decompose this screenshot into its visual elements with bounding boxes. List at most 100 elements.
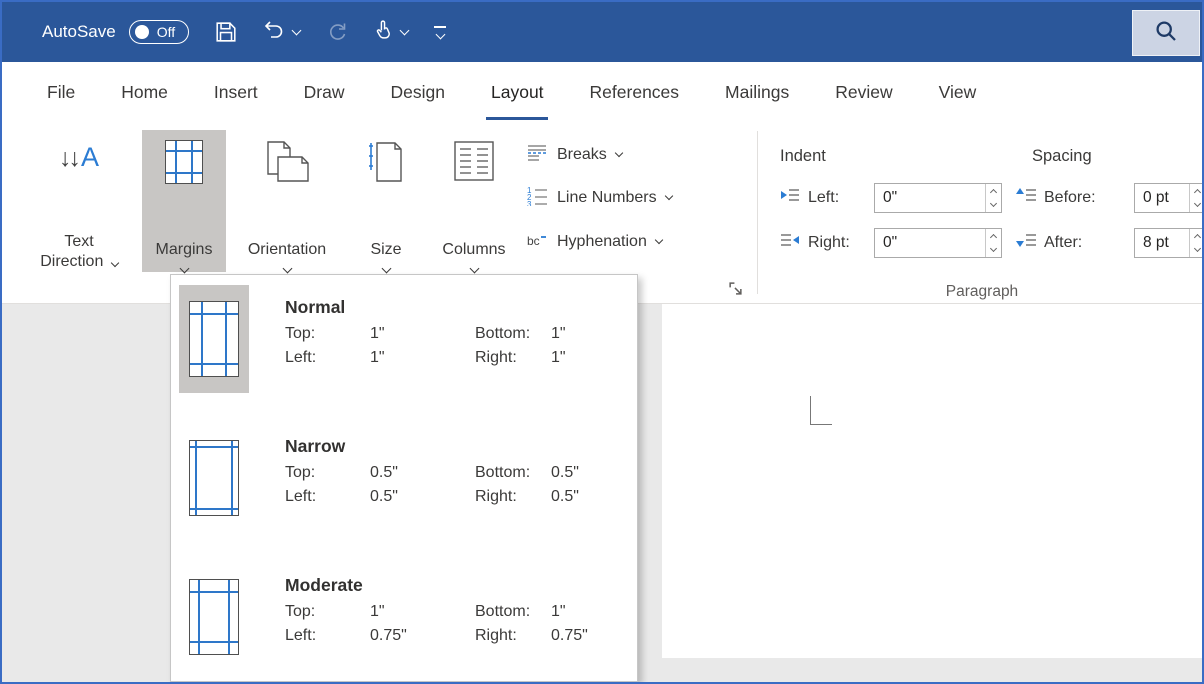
left-label: Left: [285,349,370,367]
top-label: Top: [285,603,370,621]
indent-left-label: Left: [808,189,839,207]
paragraph-group-label: Paragraph [762,283,1202,301]
touch-mouse-mode-button[interactable] [374,19,408,45]
line-numbers-button[interactable]: 123 Line Numbers [526,183,672,213]
indent-right-value[interactable]: 0" [875,229,985,257]
spacing-after-spinner[interactable] [1189,229,1204,257]
bottom-value: 0.5" [551,464,579,482]
margins-option-narrow[interactable]: Narrow Top: 0.5" Bottom: 0.5" Left: 0.5"… [171,414,637,553]
margins-option-normal[interactable]: Normal Top: 1" Bottom: 1" Left: 1" Right… [171,275,637,414]
columns-button[interactable]: Columns [428,130,520,272]
text-direction-button[interactable]: ↓↓A Text Direction [20,130,138,272]
spacing-after-value[interactable]: 8 pt [1135,229,1189,257]
breaks-button[interactable]: Breaks [526,140,622,170]
customize-quick-access-icon[interactable] [434,26,446,38]
touch-mode-icon [374,19,393,45]
document-page[interactable] [662,304,1202,658]
undo-dropdown-chevron-icon [292,25,302,35]
indent-right-input[interactable]: 0" [874,228,1002,258]
top-value: 1" [370,325,475,343]
autosave-toggle[interactable]: Off [129,20,189,44]
right-label: Right: [475,349,551,367]
hyphenation-label: Hyphenation [557,233,647,251]
left-value: 0.75" [370,627,475,645]
left-label: Left: [285,627,370,645]
indent-right-spinner[interactable] [985,229,1001,257]
autosave-toggle-knob [135,25,149,39]
spacing-before-spinner[interactable] [1189,184,1204,212]
autosave-label: AutoSave [42,22,116,42]
redo-icon [326,21,348,43]
spacing-after-label: After: [1044,234,1082,252]
indent-left-icon [780,187,800,208]
indent-left-spinner[interactable] [985,184,1001,212]
hyphenation-icon: bc [526,231,548,254]
indent-left-row: Left: 0" [780,187,839,208]
spacing-after-input[interactable]: 8 pt [1134,228,1204,258]
tab-design[interactable]: Design [368,62,468,123]
svg-text:bc: bc [527,234,540,248]
right-label: Right: [475,627,551,645]
spacing-after-icon [1016,232,1036,253]
margins-option-title: Narrow [285,436,579,457]
margins-option-title: Moderate [285,575,588,596]
margins-narrow-icon [189,440,239,516]
text-cursor-corner-mark [810,396,832,425]
page-setup-dialog-launcher-icon[interactable] [728,281,743,301]
breaks-label: Breaks [557,146,607,164]
orientation-button[interactable]: Orientation [230,130,344,272]
margins-button[interactable]: Margins [142,130,226,272]
line-numbers-label: Line Numbers [557,189,657,207]
indent-right-row: Right: 0" [780,232,850,253]
bottom-label: Bottom: [475,464,551,482]
tab-review[interactable]: Review [812,62,915,123]
columns-dropdown-chevron-icon [469,264,479,274]
margins-option-moderate[interactable]: Moderate Top: 1" Bottom: 1" Left: 0.75" … [171,553,637,684]
text-direction-label-1: Text [64,233,93,250]
tab-layout[interactable]: Layout [468,62,567,123]
left-label: Left: [285,488,370,506]
hyphenation-button[interactable]: bc Hyphenation [526,227,662,257]
tab-file[interactable]: File [24,62,98,123]
group-separator [757,131,758,294]
bottom-value: 1" [551,325,566,343]
indent-left-value[interactable]: 0" [875,184,985,212]
size-button[interactable]: Size [348,130,424,272]
text-direction-label-2: Direction [40,253,103,270]
right-value: 0.5" [551,488,579,506]
undo-icon [263,19,285,45]
size-icon [368,140,404,189]
tab-view[interactable]: View [916,62,1000,123]
tab-references[interactable]: References [567,62,703,123]
spacing-before-value[interactable]: 0 pt [1135,184,1189,212]
tab-insert[interactable]: Insert [191,62,281,123]
breaks-icon [526,144,548,167]
bottom-label: Bottom: [475,603,551,621]
margins-dropdown-chevron-icon [179,264,189,274]
top-value: 1" [370,603,475,621]
columns-button-label: Columns [442,240,505,260]
undo-button[interactable] [263,19,300,45]
svg-text:3: 3 [527,200,532,206]
right-value: 1" [551,349,566,367]
left-value: 0.5" [370,488,475,506]
tab-mailings[interactable]: Mailings [702,62,812,123]
ribbon-tab-bar: File Home Insert Draw Design Layout Refe… [2,62,1202,123]
tab-home[interactable]: Home [98,62,191,123]
bottom-value: 1" [551,603,588,621]
orientation-dropdown-chevron-icon [282,264,292,274]
title-bar: AutoSave Off [2,2,1202,62]
spacing-before-input[interactable]: 0 pt [1134,183,1204,213]
spacing-group-label: Spacing [1032,147,1092,166]
spacing-before-label: Before: [1044,189,1096,207]
margins-button-label: Margins [156,240,213,260]
margins-option-title: Normal [285,297,566,318]
search-button[interactable] [1132,10,1200,56]
size-dropdown-chevron-icon [381,264,391,274]
spacing-after-row: After: 8 pt [1016,232,1082,253]
size-button-label: Size [370,240,401,260]
indent-left-input[interactable]: 0" [874,183,1002,213]
save-icon[interactable] [215,21,237,43]
margins-icon [165,140,203,184]
tab-draw[interactable]: Draw [281,62,368,123]
